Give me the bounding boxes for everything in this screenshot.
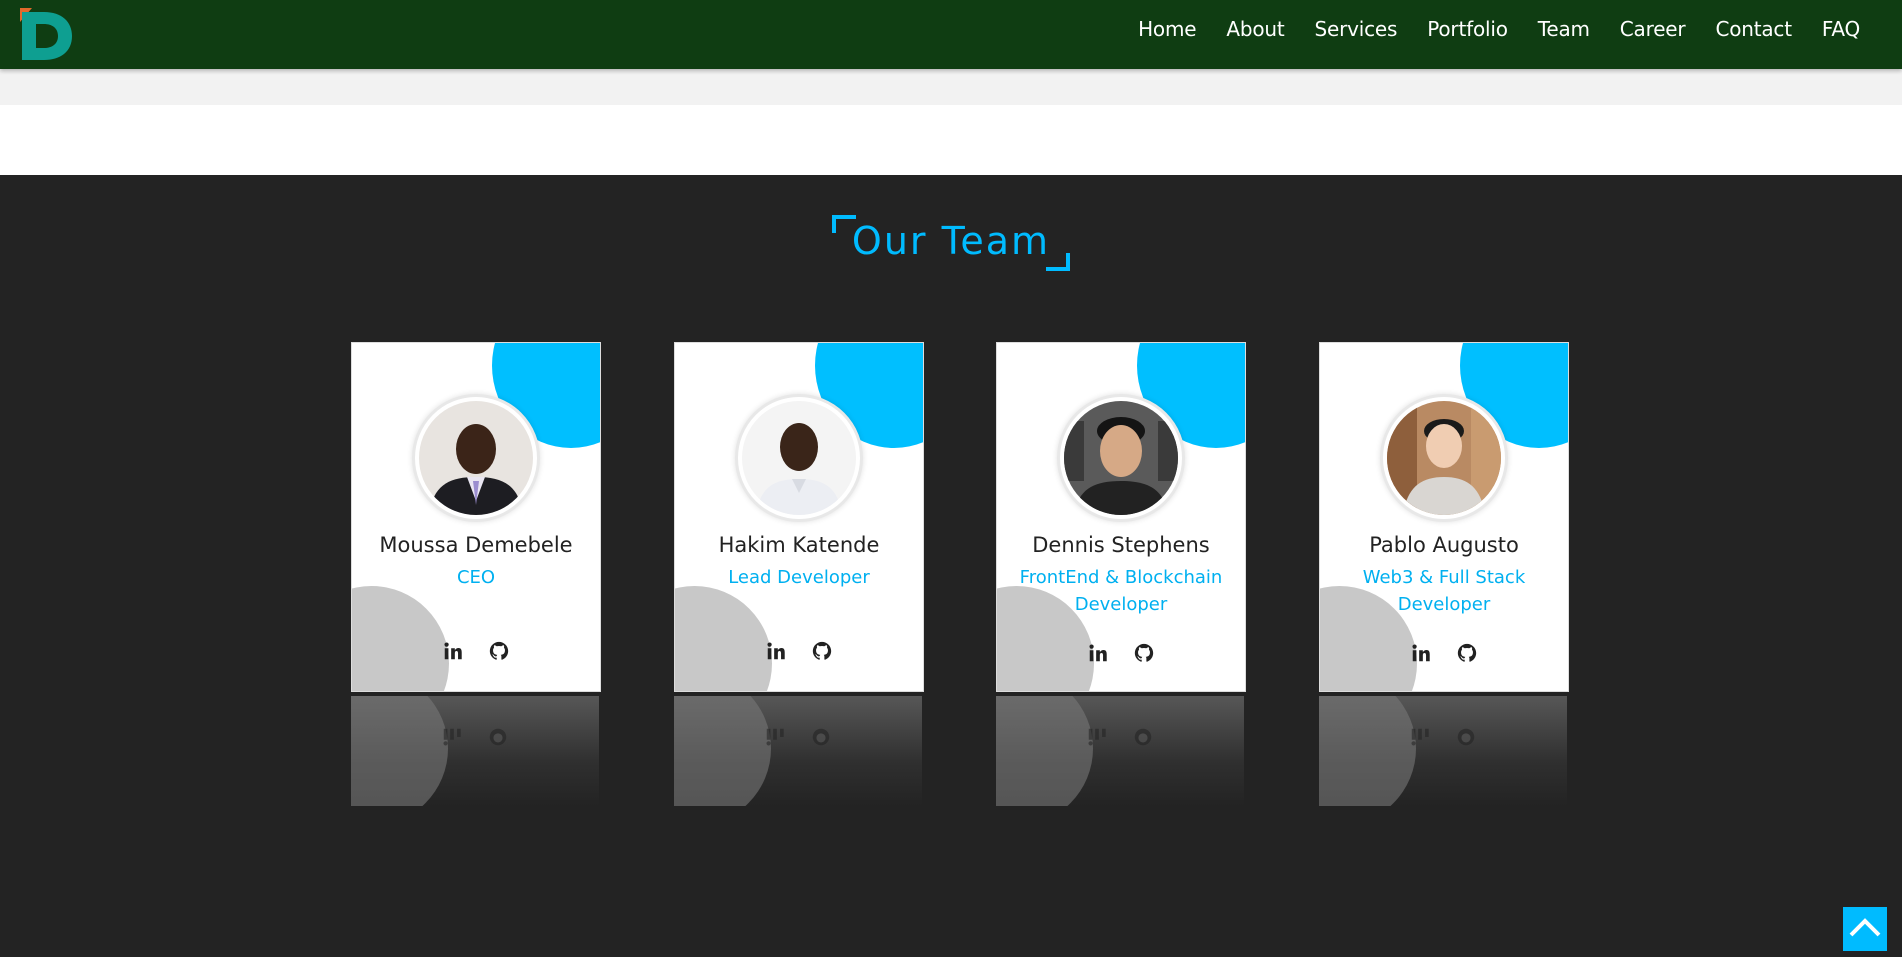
member-role: Lead Developer [728,567,870,588]
github-icon[interactable] [488,640,510,662]
social-links [675,640,923,662]
reflection-icons [674,726,922,748]
member-name: Dennis Stephens [1032,533,1210,557]
github-icon[interactable] [1456,642,1478,664]
card-reflection [674,696,922,806]
white-band [0,105,1902,175]
bracket-decoration-top-left [831,215,856,233]
github-icon[interactable] [1133,642,1155,664]
member-name: Hakim Katende [718,533,880,557]
nav-team[interactable]: Team [1538,17,1590,41]
navbar: Home About Services Portfolio Team Caree… [0,0,1902,69]
nav-portfolio[interactable]: Portfolio [1427,17,1508,41]
member-name: Moussa Demebele [379,533,573,557]
linkedin-icon[interactable] [1410,642,1432,664]
nav-services[interactable]: Services [1315,17,1398,41]
linkedin-icon[interactable] [765,640,787,662]
avatar [412,394,540,522]
nav-about[interactable]: About [1226,17,1284,41]
decorative-circle [351,696,448,806]
card-reflection [996,696,1244,806]
team-card: Hakim Katende Lead Developer [674,342,924,692]
team-title: Our Team [851,219,1051,263]
reflection-icons [351,726,599,748]
reflection-icons [996,726,1244,748]
linkedin-icon[interactable] [1087,642,1109,664]
main-nav: Home About Services Portfolio Team Caree… [1108,0,1860,58]
bracket-decoration-bottom-right [1046,253,1071,271]
team-section: Our Team Moussa Demebele CEO Hakim Katen… [0,175,1902,957]
social-links [1320,642,1568,664]
grey-band [0,69,1902,105]
social-links [352,640,600,662]
decorative-circle [674,696,771,806]
avatar [735,394,863,522]
decorative-circle [996,696,1093,806]
dappros-logo[interactable] [18,6,74,62]
nav-faq[interactable]: FAQ [1822,17,1860,41]
github-icon[interactable] [811,640,833,662]
back-to-top-button[interactable] [1843,907,1887,951]
member-role: Web3 & Full Stack Developer [1362,567,1526,615]
reflection-icons [1319,726,1567,748]
decorative-circle [675,586,772,691]
member-role: FrontEnd & Blockchain Developer [1019,567,1223,615]
team-card: Pablo Augusto Web3 & Full Stack Develope… [1319,342,1569,692]
team-card: Moussa Demebele CEO [351,342,601,692]
member-name: Pablo Augusto [1369,533,1519,557]
chevron-up-icon [1848,916,1882,942]
card-reflection [1319,696,1567,806]
linkedin-icon[interactable] [442,640,464,662]
decorative-circle [1319,696,1416,806]
nav-contact[interactable]: Contact [1715,17,1792,41]
avatar [1057,394,1185,522]
avatar [1380,394,1508,522]
social-links [997,642,1245,664]
card-reflection [351,696,599,806]
nav-career[interactable]: Career [1620,17,1686,41]
section-title: Our Team [0,215,1902,271]
member-role: CEO [456,567,496,588]
nav-home[interactable]: Home [1138,17,1196,41]
team-card: Dennis Stephens FrontEnd & Blockchain De… [996,342,1246,692]
decorative-circle [352,586,449,691]
